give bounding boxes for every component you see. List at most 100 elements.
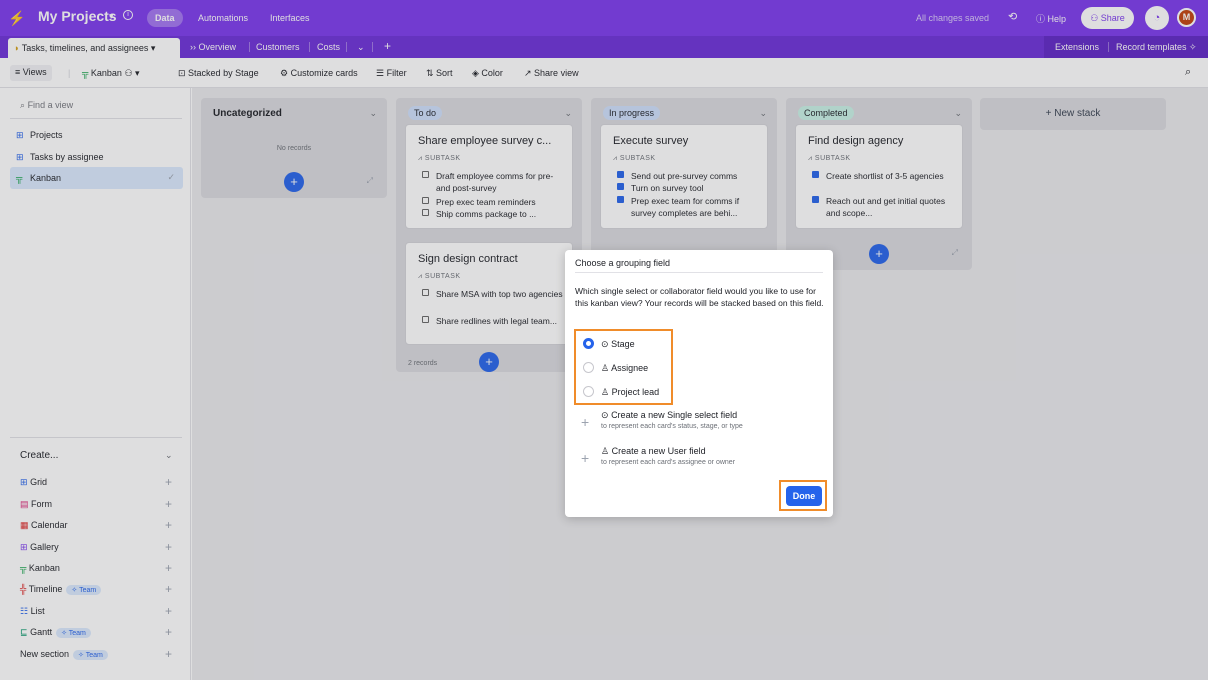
customize-cards-button[interactable]: ⚙ Customize cards xyxy=(280,68,358,79)
record-card[interactable]: Find design agency ⩘ SUBTASK Create shor… xyxy=(795,124,963,229)
chevron-down-icon[interactable]: ▾ xyxy=(151,43,156,53)
radio-stage[interactable] xyxy=(583,338,594,349)
subtask-text: Share redlines with legal team... xyxy=(436,316,557,326)
avatar[interactable]: M xyxy=(1177,8,1196,27)
subtask-item: Draft employee comms for pre- and post-s… xyxy=(422,170,567,194)
plus-icon[interactable]: + xyxy=(165,475,172,489)
option-assignee[interactable]: ♙ Assignee xyxy=(601,363,648,374)
table-tab-customers[interactable]: Customers xyxy=(256,42,300,52)
radio-project-lead[interactable] xyxy=(583,386,594,397)
chevron-down-icon[interactable]: ▾ xyxy=(109,11,114,22)
plus-icon[interactable]: + xyxy=(165,497,172,511)
subtask-item: Share MSA with top two agencies xyxy=(422,288,567,312)
create-user-field[interactable]: + ♙ Create a new User field to represent… xyxy=(581,446,821,470)
create-grid[interactable]: ⊞ Grid + xyxy=(20,475,180,491)
sidebar-item-tasks-by-assignee[interactable]: ⊞ Tasks by assignee xyxy=(10,146,183,168)
create-section-header[interactable]: Create... xyxy=(20,450,58,461)
views-button[interactable]: ≡ Views xyxy=(10,65,52,81)
plus-icon[interactable]: + xyxy=(165,561,172,575)
expand-icon[interactable]: ⤢ xyxy=(367,176,373,186)
record-templates-button[interactable]: Record templates ✧ xyxy=(1116,42,1197,53)
base-logo-icon[interactable]: ⚡ xyxy=(8,10,25,27)
kanban-icon: ╦ xyxy=(16,173,23,183)
create-gallery[interactable]: ⊞ Gallery + xyxy=(20,540,180,556)
view-switcher[interactable]: ╦ Kanban ⚇ ▾ xyxy=(82,68,140,79)
gantt-icon: ⊑ xyxy=(20,627,28,637)
plus-icon: + xyxy=(581,414,590,430)
stack-title: Completed xyxy=(798,106,854,120)
table-tab-active[interactable]: ◗ Tasks, timelines, and assignees ▾ xyxy=(8,38,180,58)
chevron-down-icon[interactable]: ⌄ xyxy=(759,108,767,119)
add-record-button[interactable]: + xyxy=(479,352,499,372)
add-record-button[interactable]: + xyxy=(284,172,304,192)
chevron-down-icon[interactable]: ⌄ xyxy=(954,108,962,119)
plus-icon[interactable]: + xyxy=(165,518,172,532)
create-single-select-field[interactable]: + ⊙ Create a new Single select field to … xyxy=(581,410,821,434)
card-title: Share employee survey c... xyxy=(418,135,552,147)
subtask-item: Turn on survey tool xyxy=(617,182,762,194)
done-button[interactable]: Done xyxy=(786,486,822,506)
find-view-input[interactable]: ⌕ Find a view xyxy=(20,100,73,111)
single-select-icon: ⊙ xyxy=(601,339,609,349)
add-table-icon[interactable]: + xyxy=(384,39,391,53)
plus-icon[interactable]: + xyxy=(165,540,172,554)
table-tabbar: ◗ Tasks, timelines, and assignees ▾ ›› O… xyxy=(0,36,1208,58)
record-card[interactable]: Execute survey ⩘ SUBTASK Send out pre-su… xyxy=(600,124,768,229)
more-tables-chevron-icon[interactable]: ⌄ xyxy=(357,42,365,53)
new-stack-button[interactable]: + New stack xyxy=(980,98,1166,130)
record-card[interactable]: Share employee survey c... ⩘ SUBTASK Dra… xyxy=(405,124,573,229)
plus-icon[interactable]: + xyxy=(165,582,172,596)
chevron-down-icon[interactable]: ⌄ xyxy=(564,108,572,119)
color-button[interactable]: ◈ Color xyxy=(472,68,503,79)
subtask-text: Reach out and get initial quotes and sco… xyxy=(826,196,946,218)
sidebar-item-projects[interactable]: ⊞ Projects xyxy=(10,124,183,146)
collaborators-icon: ⚇ xyxy=(124,68,133,78)
record-card[interactable]: Sign design contract ⩘ SUBTASK Share MSA… xyxy=(405,242,573,345)
sidebar-item-kanban[interactable]: ╦ Kanban ✓ xyxy=(10,167,183,189)
add-record-button[interactable]: + xyxy=(869,244,889,264)
create-list[interactable]: ☷ List + xyxy=(20,604,180,620)
help-button[interactable]: ⓘ Help xyxy=(1036,12,1066,25)
help-label: Help xyxy=(1047,14,1067,24)
create-timeline[interactable]: ╬ Timeline ✧ Team + xyxy=(20,582,180,598)
search-icon[interactable]: ⌕ xyxy=(1185,66,1191,79)
share-button[interactable]: ⚇ Share xyxy=(1081,7,1134,29)
info-icon[interactable]: i xyxy=(123,10,133,20)
history-icon[interactable]: ⟲ xyxy=(1008,10,1017,23)
create-new-section[interactable]: New section ✧ Team + xyxy=(20,647,180,663)
share-view-button[interactable]: ↗ Share view xyxy=(524,68,579,79)
table-tab-overview[interactable]: ›› Overview xyxy=(190,42,236,52)
plus-icon[interactable]: + xyxy=(165,625,172,639)
sort-button[interactable]: ⇅ Sort xyxy=(426,68,453,79)
tab-automations[interactable]: Automations xyxy=(191,10,255,26)
plus-icon[interactable]: + xyxy=(165,647,172,661)
extensions-button[interactable]: Extensions xyxy=(1055,42,1099,52)
filter-button[interactable]: ☰ Filter xyxy=(376,68,407,79)
expand-icon[interactable]: ⤢ xyxy=(952,248,958,258)
subtask-item: Ship comms package to ... xyxy=(422,208,567,220)
option-stage[interactable]: ⊙ Stage xyxy=(601,339,635,350)
chevron-down-icon[interactable]: ⌄ xyxy=(369,108,377,119)
create-kanban[interactable]: ╦ Kanban + xyxy=(20,561,180,577)
stack-todo: To do ⌄ Share employee survey c... ⩘ SUB… xyxy=(396,98,582,372)
card-field-label: ⩘ SUBTASK xyxy=(613,155,656,162)
base-name[interactable]: My Projects xyxy=(38,8,117,24)
stacked-by-button[interactable]: ⊡ Stacked by Stage xyxy=(178,68,259,79)
badge-label: Team xyxy=(85,652,103,659)
notification-icon[interactable]: ◔ xyxy=(1145,6,1169,30)
create-calendar[interactable]: ▦ Calendar + xyxy=(20,518,180,534)
create-gantt[interactable]: ⊑ Gantt ✧ Team + xyxy=(20,625,180,641)
tab-data[interactable]: Data xyxy=(147,9,183,27)
tab-interfaces[interactable]: Interfaces xyxy=(263,10,317,26)
chevron-down-icon[interactable]: ⌄ xyxy=(165,450,173,461)
option-project-lead[interactable]: ♙ Project lead xyxy=(601,387,659,398)
user-icon: ♙ xyxy=(601,363,610,373)
create-form[interactable]: ▤ Form + xyxy=(20,497,180,513)
checkbox xyxy=(422,197,429,204)
radio-assignee[interactable] xyxy=(583,362,594,373)
sidebar-item-label: Projects xyxy=(30,130,63,140)
create-item-label: Calendar xyxy=(31,520,68,530)
create-field-label: Create a new User field xyxy=(611,446,706,456)
plus-icon[interactable]: + xyxy=(165,604,172,618)
table-tab-costs[interactable]: Costs xyxy=(317,42,340,52)
